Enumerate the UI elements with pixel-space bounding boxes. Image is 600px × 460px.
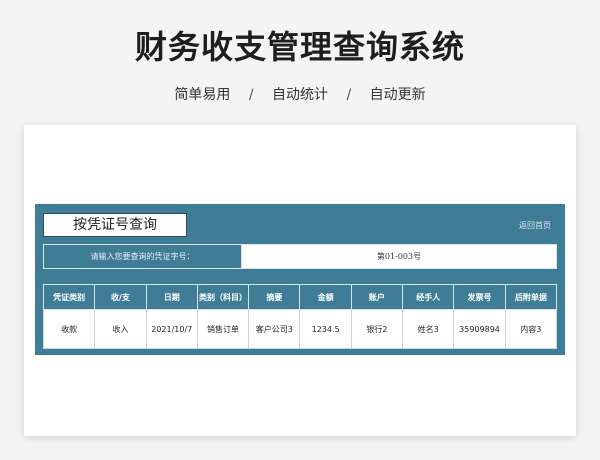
col-category: 类别（科目） (196, 284, 250, 310)
cell-summary[interactable]: 客户公司3 (248, 309, 301, 349)
col-handler: 经手人 (402, 284, 455, 310)
cell-category[interactable]: 销售订单 (196, 309, 250, 349)
col-summary: 摘要 (248, 284, 301, 310)
cell-handler[interactable]: 姓名3 (402, 309, 455, 349)
col-voucher-type: 凭证类别 (42, 284, 96, 310)
cell-invoice-no[interactable]: 35909894 (453, 309, 506, 349)
cell-amount[interactable]: 1234.5 (299, 309, 352, 349)
query-by-voucher-title: 按凭证号查询 (43, 213, 187, 237)
separator: / (346, 87, 352, 103)
feature-tagline: 简单易用 / 自动统计 / 自动更新 (0, 84, 600, 104)
voucher-search-label: 请输入您要查询的凭证字号： (44, 245, 242, 268)
col-amount: 金额 (299, 284, 352, 310)
feature-auto-stats: 自动统计 (272, 87, 328, 103)
col-income-expense: 收/支 (94, 284, 147, 310)
voucher-number-input[interactable] (242, 245, 556, 268)
query-panel: 按凭证号查询 返回首页 请输入您要查询的凭证字号： 凭证类别 收/支 日期 类别… (35, 204, 565, 355)
col-invoice-no: 发票号 (453, 284, 506, 310)
result-table: 凭证类别 收/支 日期 类别（科目） 摘要 金额 账户 经手人 发票号 后附单据… (42, 284, 558, 349)
feature-auto-update: 自动更新 (369, 87, 426, 103)
cell-income-expense[interactable]: 收入 (94, 309, 147, 349)
cell-date[interactable]: 2021/10/7 (145, 309, 198, 349)
table-header-row: 凭证类别 收/支 日期 类别（科目） 摘要 金额 账户 经手人 发票号 后附单据 (42, 284, 558, 310)
separator: / (248, 87, 254, 103)
voucher-search-row: 请输入您要查询的凭证字号： (43, 244, 557, 269)
cell-account[interactable]: 银行2 (350, 309, 404, 349)
col-account: 账户 (350, 284, 404, 310)
cell-attachments[interactable]: 内容3 (504, 309, 558, 349)
spreadsheet-sheet: 按凭证号查询 返回首页 请输入您要查询的凭证字号： 凭证类别 收/支 日期 类别… (24, 125, 576, 436)
cell-voucher-type[interactable]: 收款 (42, 309, 96, 349)
page-title: 财务收支管理查询系统 (134, 28, 465, 66)
col-date: 日期 (145, 284, 198, 310)
col-attachments: 后附单据 (504, 284, 558, 310)
feature-easy-to-use: 简单易用 (174, 87, 231, 103)
back-home-link[interactable]: 返回首页 (519, 220, 551, 231)
table-row: 收款 收入 2021/10/7 销售订单 客户公司3 1234.5 银行2 姓名… (42, 309, 558, 349)
